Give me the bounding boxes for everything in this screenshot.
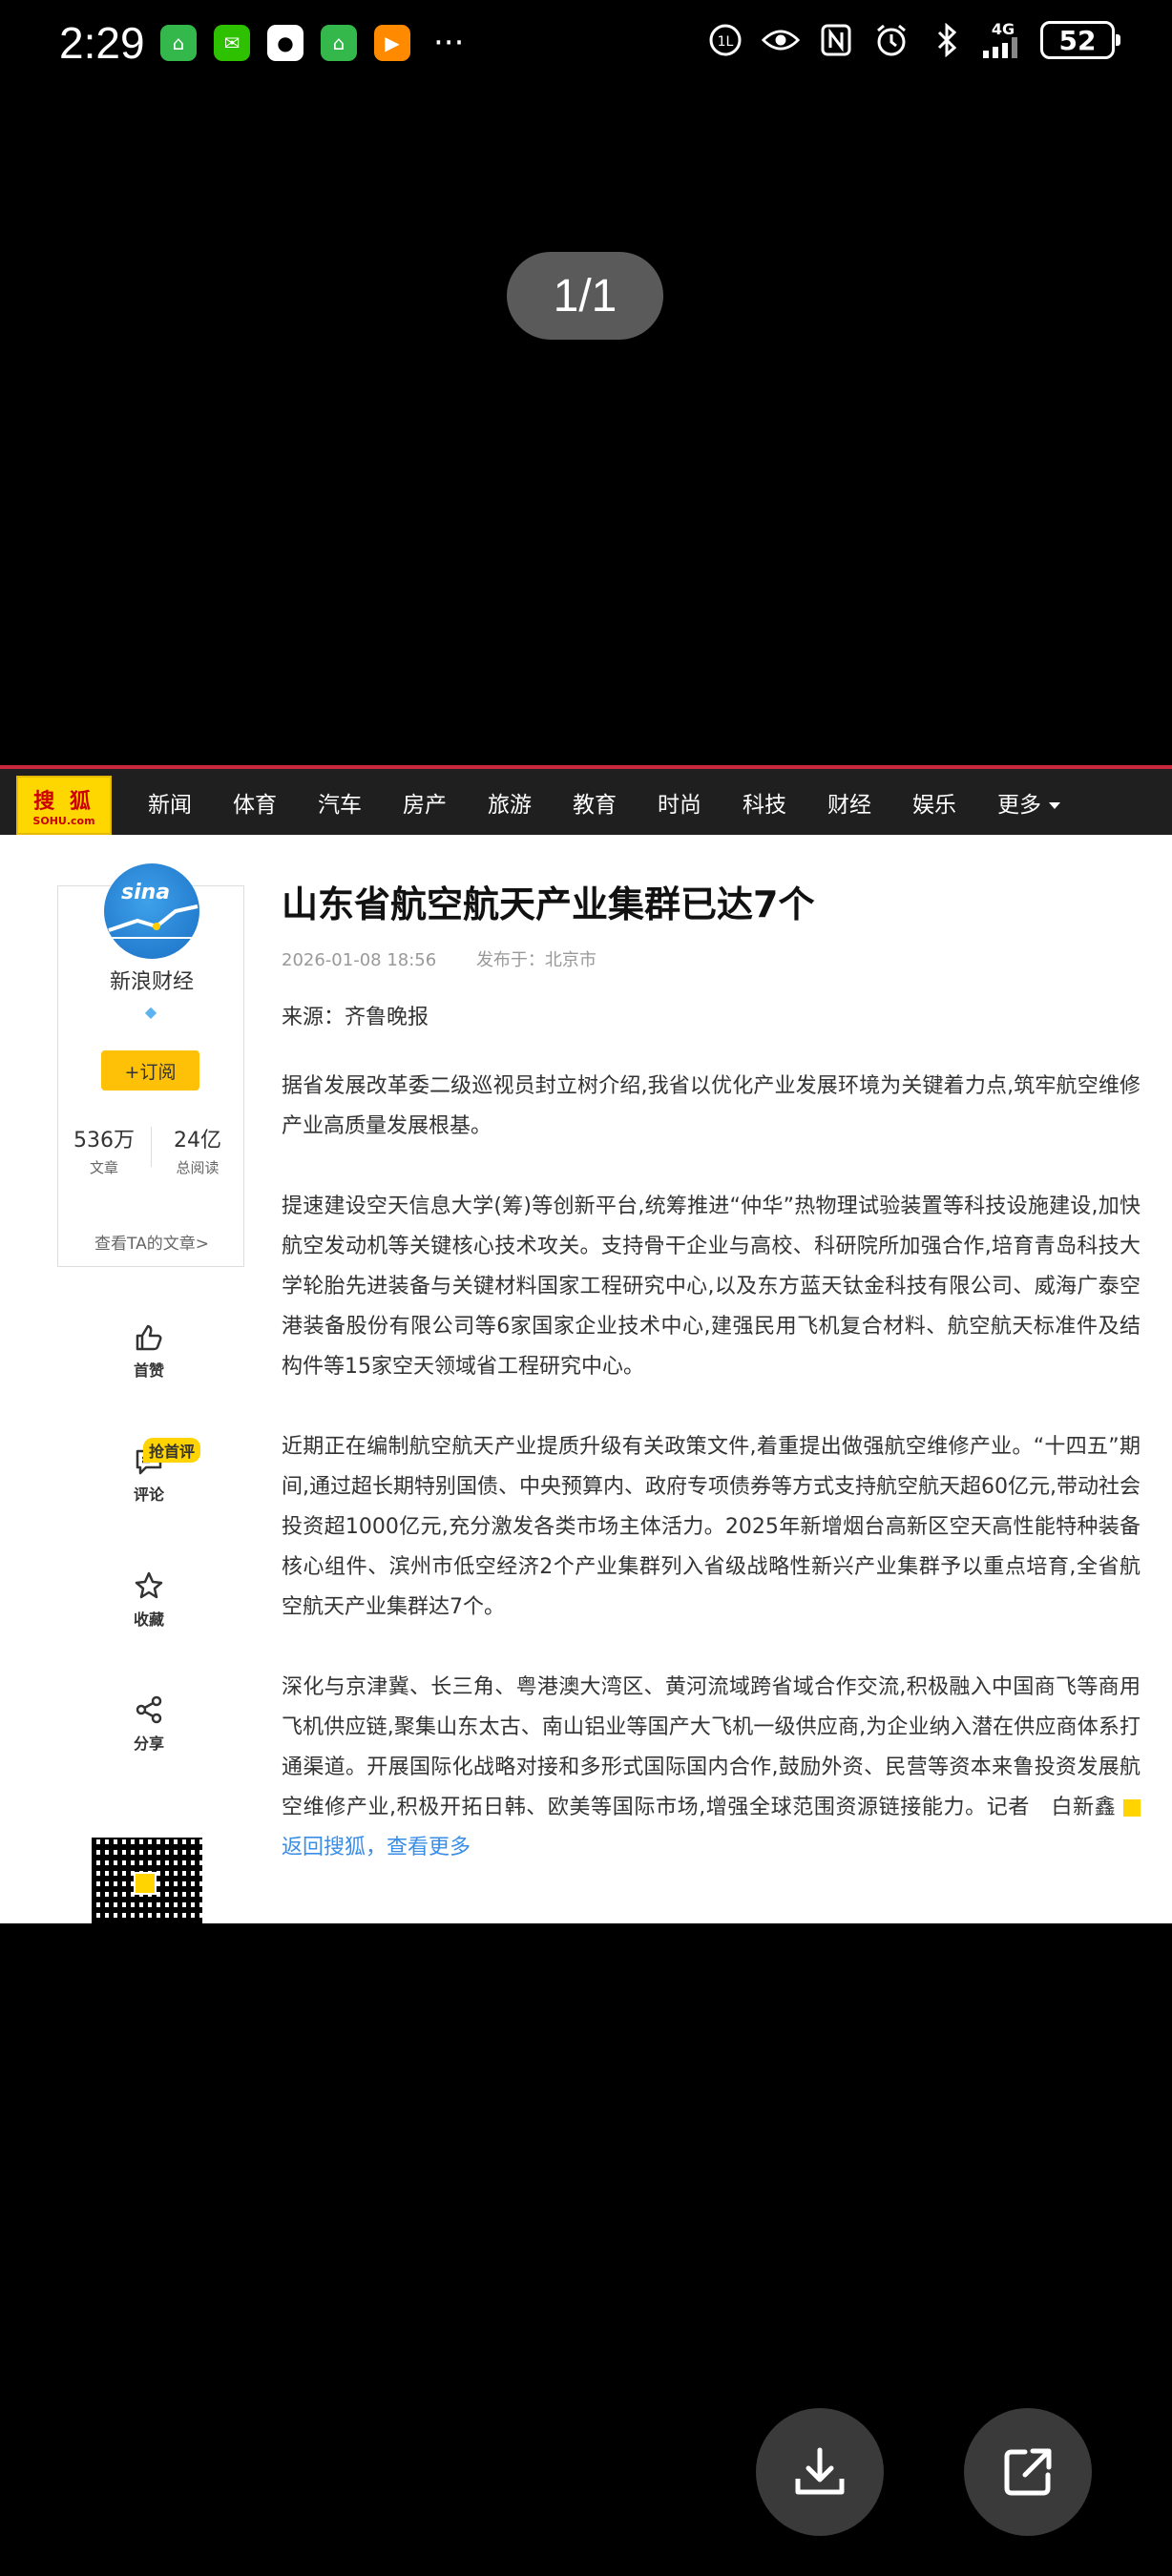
sohu-logo[interactable]: 搜 狐 SOHU.com bbox=[16, 776, 112, 835]
nav-item-education[interactable]: 教育 bbox=[573, 786, 617, 819]
nav-item-news[interactable]: 新闻 bbox=[148, 786, 192, 819]
nav-item-auto[interactable]: 汽车 bbox=[318, 786, 362, 819]
bluetooth-icon bbox=[928, 21, 966, 59]
article-source: 来源：齐鲁晚报 bbox=[282, 1006, 429, 1029]
nav-item-fashion[interactable]: 时尚 bbox=[658, 786, 701, 819]
stat-articles: 536万 文章 bbox=[73, 1129, 135, 1176]
wechat-icon: ✉ bbox=[214, 25, 250, 61]
diamond-icon: ◆ bbox=[144, 1003, 157, 1021]
chevron-down-icon bbox=[1049, 801, 1060, 809]
signal-icon: 4G bbox=[983, 21, 1023, 59]
image-content[interactable]: 搜 狐 SOHU.com 新闻 体育 汽车 房产 旅游 教育 时尚 科技 财经 … bbox=[0, 765, 1172, 1923]
thumbs-up-icon bbox=[136, 1324, 162, 1351]
qr-logo-icon bbox=[134, 1872, 157, 1895]
star-icon bbox=[135, 1571, 163, 1599]
article-body: 据省发展改革委二级巡视员封立树介绍,我省以优化产业发展环境为关键着力点,筑牢航空… bbox=[282, 1067, 1141, 1868]
article-paragraph: 据省发展改革委二级巡视员封立树介绍,我省以优化产业发展环境为关键着力点,筑牢航空… bbox=[282, 1074, 1141, 1138]
site-nav-bar: 搜 狐 SOHU.com 新闻 体育 汽车 房产 旅游 教育 时尚 科技 财经 … bbox=[0, 765, 1172, 835]
share-button[interactable]: 分享 bbox=[115, 1685, 183, 1773]
qr-code bbox=[92, 1838, 202, 1923]
first-comment-badge: 抢首评 bbox=[143, 1438, 201, 1463]
download-icon bbox=[795, 2447, 845, 2495]
avatar-chart-icon bbox=[108, 904, 199, 939]
home-app-icon-2: ⌂ bbox=[321, 25, 357, 61]
author-card: sina 新浪财经 ◆ +订阅 536万 文章 24亿 总阅读 查看TA的文章> bbox=[57, 863, 245, 1267]
back-to-sohu-link[interactable]: 返回搜狐，查看更多 bbox=[282, 1836, 471, 1859]
nav-menu: 新闻 体育 汽车 房产 旅游 教育 时尚 科技 财经 娱乐 更多 bbox=[148, 769, 1101, 835]
nav-item-sports[interactable]: 体育 bbox=[233, 786, 277, 819]
nav-item-more[interactable]: 更多 bbox=[997, 786, 1060, 819]
article-paragraph: 近期正在编制航空航天产业提质升级有关政策文件,着重提出做强航空维修产业。“十四五… bbox=[282, 1435, 1141, 1619]
nav-item-tech[interactable]: 科技 bbox=[743, 786, 786, 819]
eye-comfort-icon bbox=[762, 21, 800, 59]
qq-icon: ● bbox=[267, 25, 303, 61]
status-bar: 2:29 ⌂ ✉ ● ⌂ ▶ ··· 1L 4G 52 bbox=[0, 0, 1172, 86]
article-meta: 2026-01-08 18:56 发布于：北京市 bbox=[282, 946, 1141, 971]
page-counter: 1/1 bbox=[507, 252, 663, 340]
download-button[interactable] bbox=[756, 2408, 884, 2536]
system-icons: 1L 4G 52 bbox=[706, 21, 1120, 59]
article-date: 2026-01-08 18:56 bbox=[282, 950, 437, 970]
status-time: 2:29 bbox=[59, 18, 145, 68]
article-title: 山东省航空航天产业集群已达7个 bbox=[282, 883, 815, 925]
open-external-button[interactable] bbox=[964, 2408, 1092, 2536]
avatar[interactable]: sina bbox=[104, 863, 199, 959]
article-paragraph: 深化与京津冀、长三角、粤港澳大湾区、黄河流域跨省域合作交流,积极融入中国商飞等商… bbox=[282, 1675, 1141, 1859]
nav-item-entertainment[interactable]: 娱乐 bbox=[912, 786, 956, 819]
home-app-icon: ⌂ bbox=[160, 25, 197, 61]
view-author-articles-link[interactable]: 查看TA的文章> bbox=[58, 1230, 245, 1254]
alarm-icon bbox=[872, 21, 910, 59]
svg-text:1L: 1L bbox=[718, 34, 734, 50]
author-name[interactable]: 新浪财经 bbox=[58, 965, 245, 995]
nav-item-finance[interactable]: 财经 bbox=[827, 786, 871, 819]
nav-item-travel[interactable]: 旅游 bbox=[488, 786, 532, 819]
nav-item-house[interactable]: 房产 bbox=[403, 786, 447, 819]
data-saver-icon: 1L bbox=[706, 21, 744, 59]
nfc-icon bbox=[817, 21, 855, 59]
play-app-icon: ▶ bbox=[374, 25, 410, 61]
article-paragraph: 提速建设空天信息大学(筹)等创新平台,统筹推进“仲华”热物理试验装置等科技设施建… bbox=[282, 1195, 1141, 1379]
more-notifications-icon: ··· bbox=[433, 24, 465, 62]
like-button[interactable]: 首赞 bbox=[115, 1314, 183, 1402]
article: 山东省航空航天产业集群已达7个 2026-01-08 18:56 发布于：北京市… bbox=[282, 876, 1141, 1868]
subscribe-button[interactable]: +订阅 bbox=[101, 1050, 199, 1091]
battery-indicator: 52 bbox=[1040, 21, 1120, 59]
article-location: 发布于：北京市 bbox=[475, 950, 596, 970]
sohu-small-icon bbox=[1123, 1799, 1141, 1817]
share-external-icon bbox=[1004, 2448, 1052, 2496]
stat-reads: 24亿 总阅读 bbox=[174, 1129, 221, 1176]
share-icon bbox=[136, 1695, 162, 1724]
notification-icons: ⌂ ✉ ● ⌂ ▶ ··· bbox=[160, 25, 464, 61]
favorite-button[interactable]: 收藏 bbox=[115, 1561, 183, 1649]
comment-button[interactable]: 抢首评 评论 bbox=[115, 1438, 201, 1526]
